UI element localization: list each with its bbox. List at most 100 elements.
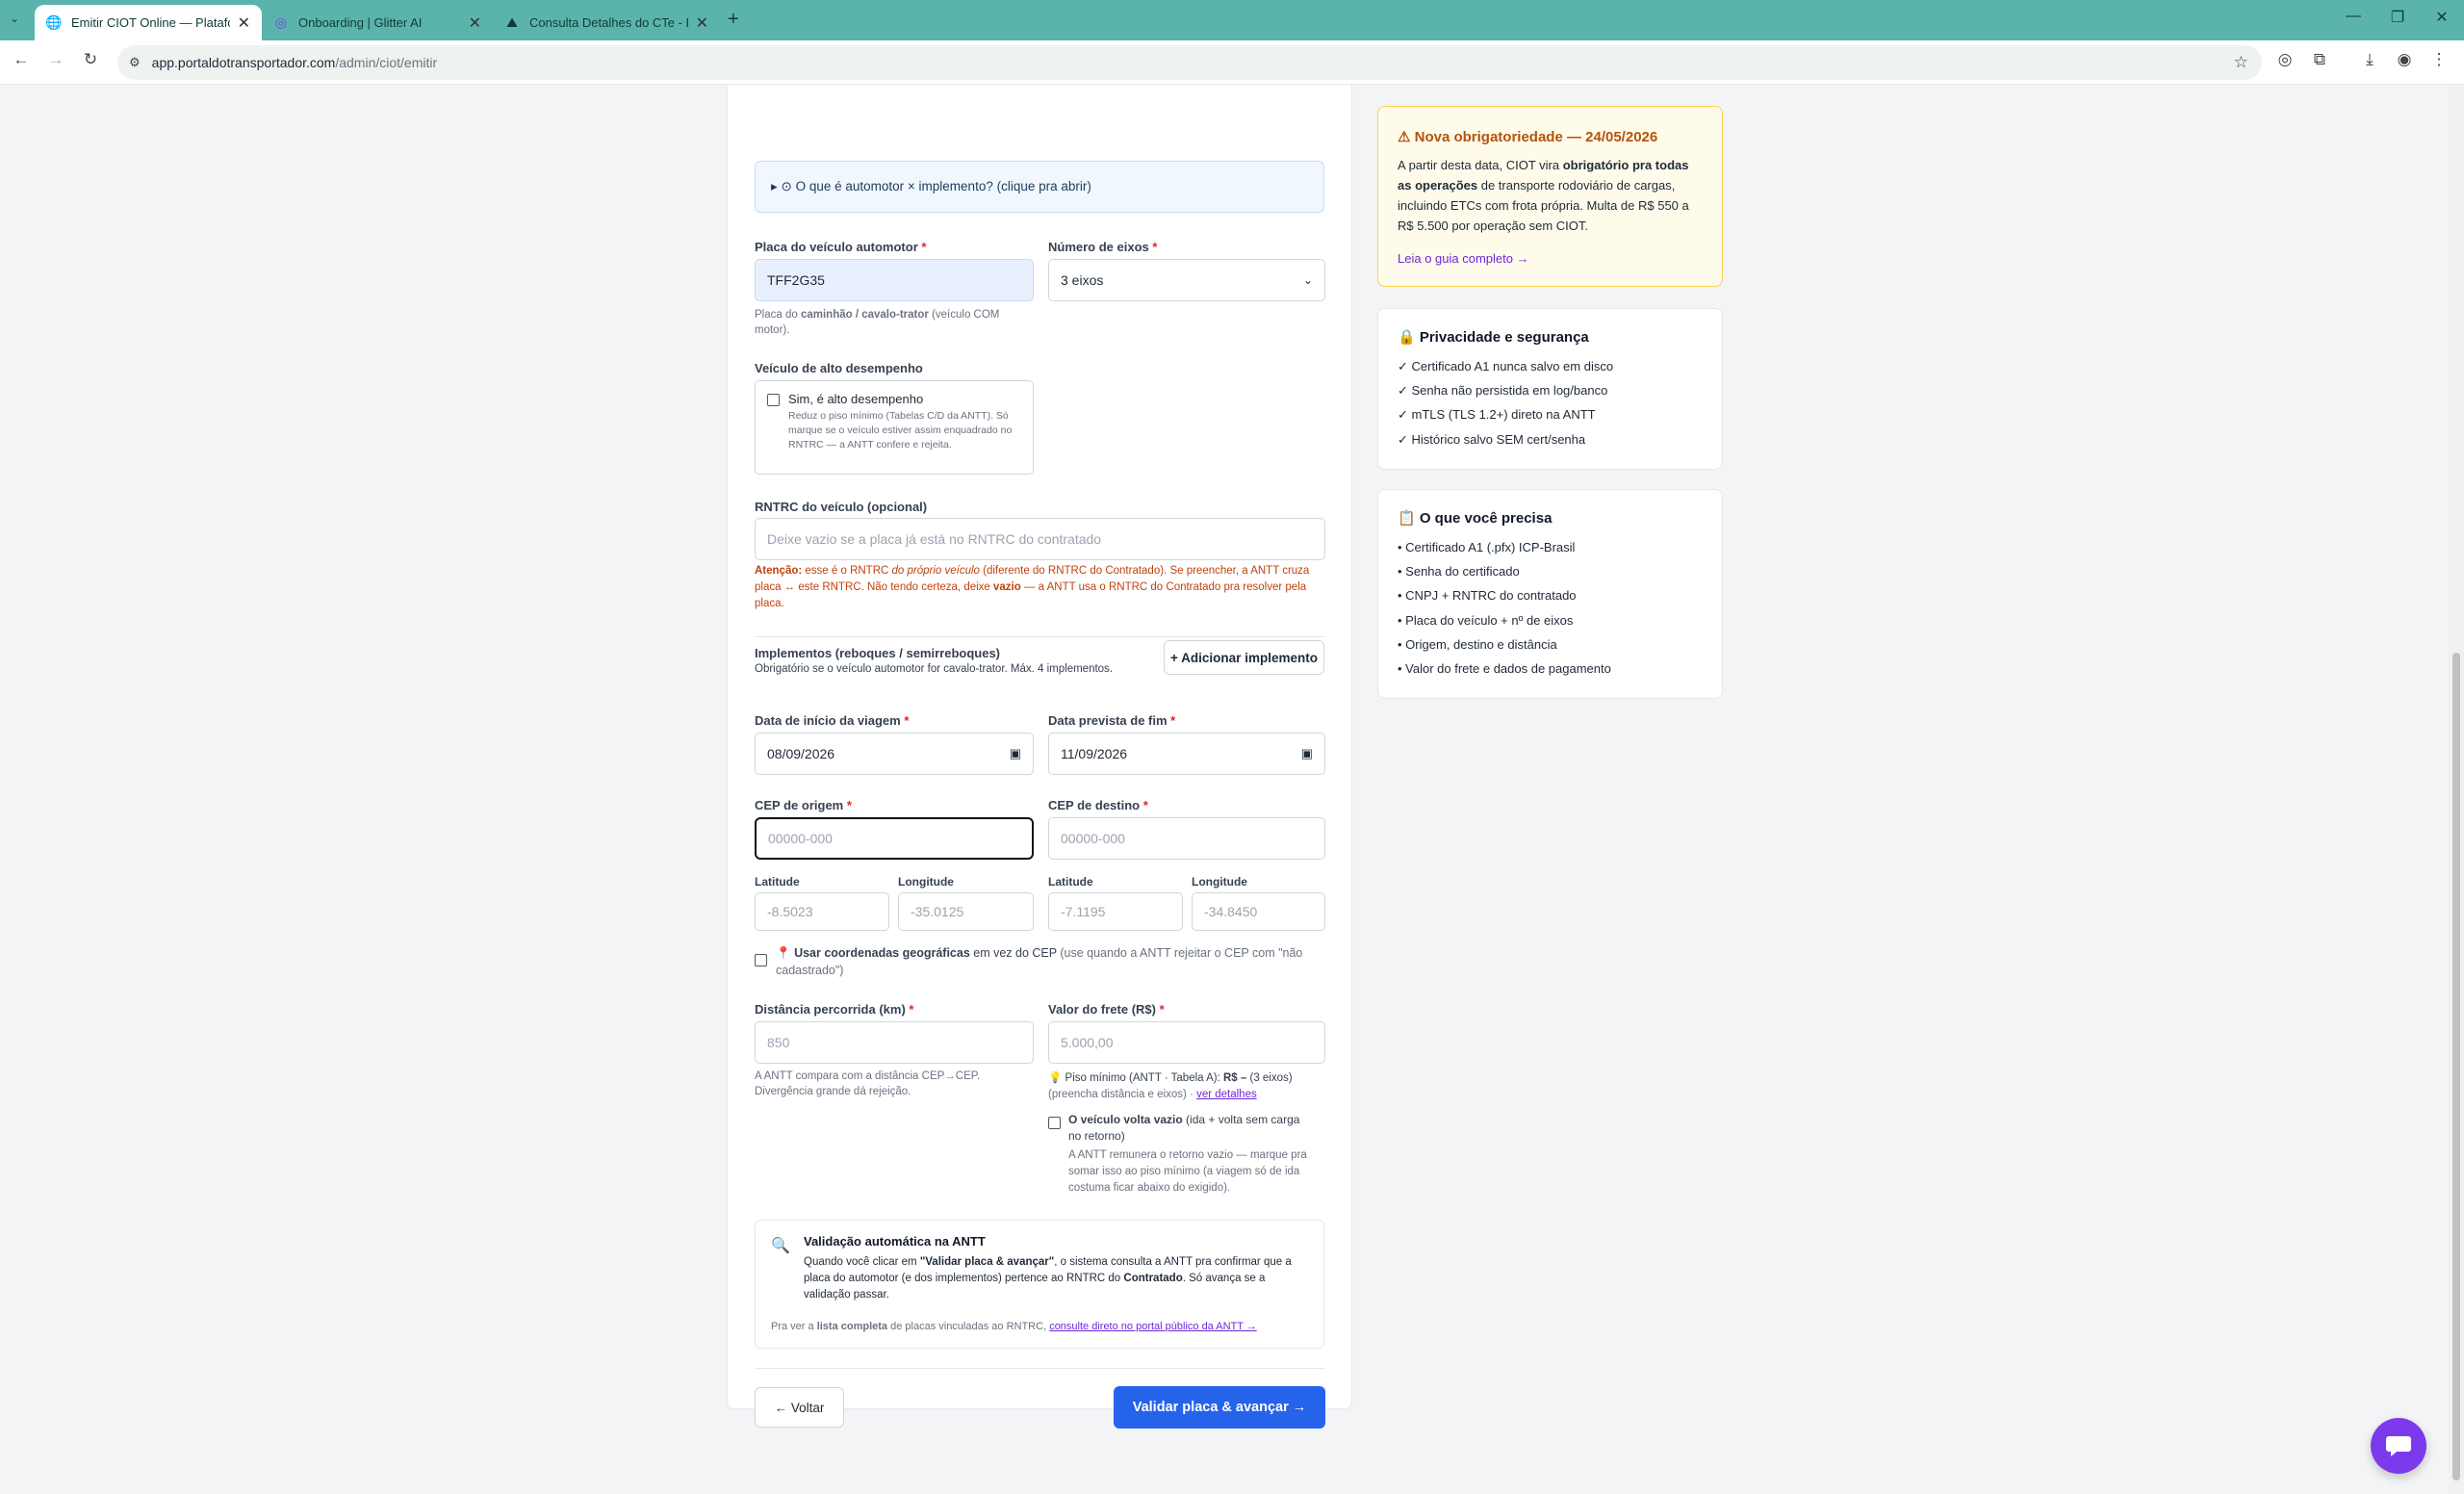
axles-value: 3 eixos — [1061, 272, 1104, 288]
required-mark: * — [1159, 1002, 1165, 1017]
implements-label: Implementos (reboques / semirreboques) — [755, 646, 1001, 660]
validation-bold: "Validar placa & avançar" — [919, 1256, 1055, 1268]
needs-item: • CNPJ + RNTRC do contratado — [1398, 588, 1577, 603]
empty-return-bold: O veículo volta vazio — [1068, 1113, 1183, 1126]
high-perf-box: Sim, é alto desempenho Reduz o piso míni… — [755, 380, 1034, 475]
calendar-icon[interactable]: ▣ — [1010, 746, 1021, 761]
lat-dest-placeholder: -7.1195 — [1061, 904, 1106, 919]
antt-validation-box: 🔍 Validação automática na ANTT Quando vo… — [755, 1220, 1324, 1349]
plate-input[interactable]: TFF2G35 — [755, 259, 1034, 301]
guide-link[interactable]: Leia o guia completo → — [1398, 251, 1529, 266]
geo-hint-2: cadastrado") — [776, 964, 844, 977]
axles-label-text: Número de eixos — [1048, 240, 1149, 254]
extension-icon[interactable]: ◎ — [2273, 50, 2297, 69]
pin-icon: 📍 — [776, 946, 791, 960]
validation-title: Validação automática na ANTT — [804, 1234, 986, 1249]
required-mark: * — [909, 1002, 914, 1017]
tab-emitir-ciot[interactable]: 🌐 Emitir CIOT Online — Plataform ✕ — [35, 5, 262, 40]
tab-title: Consulta Detalhes do CTe - ERI — [529, 15, 688, 30]
empty-return-label: O veículo volta vazio (ida + volta sem c… — [1068, 1112, 1326, 1145]
end-date-label: Data prevista de fim * — [1048, 713, 1175, 728]
distance-placeholder: 850 — [767, 1035, 790, 1050]
start-date-value: 08/09/2026 — [767, 746, 835, 761]
end-date-input[interactable]: 11/09/2026 ▣ — [1048, 733, 1325, 775]
privacy-item: ✓ mTLS (TLS 1.2+) direto na ANTT — [1398, 407, 1596, 422]
high-perf-checkbox[interactable] — [767, 394, 780, 406]
download-icon[interactable]: ⤓ — [2358, 50, 2381, 69]
privacy-item: ✓ Senha não persistida em log/banco — [1398, 383, 1608, 398]
cep-dest-input[interactable]: 00000-000 — [1048, 817, 1325, 860]
reload-icon[interactable]: ↻ — [79, 50, 102, 69]
lightbulb-icon: 💡 — [1048, 1072, 1063, 1084]
cep-origin-label-text: CEP de origem — [755, 798, 844, 812]
close-icon[interactable]: ✕ — [696, 13, 708, 33]
requirements-card: 📋 O que você precisa • Certificado A1 (.… — [1377, 489, 1723, 699]
required-mark: * — [921, 240, 927, 254]
plate-hint-1: Placa do — [755, 309, 801, 321]
privacy-card: 🔒 Privacidade e segurança ✓ Certificado … — [1377, 308, 1723, 470]
address-bar[interactable]: ⚙ app.portaldotransportador.com/admin/ci… — [117, 45, 2262, 80]
back-button[interactable]: ← Voltar — [755, 1387, 844, 1428]
tab-onboarding[interactable]: ◎ Onboarding | Glitter AI ✕ — [262, 5, 493, 40]
search-icon: 🔍 — [771, 1238, 790, 1254]
validation-footer-1: Pra ver a — [771, 1321, 817, 1332]
validation-text-1: Quando você clicar em — [804, 1256, 920, 1268]
lat-origin-input[interactable]: -8.5023 — [755, 892, 889, 931]
floor-price-note: 💡 Piso mínimo (ANTT · Tabela A): R$ – (3… — [1048, 1070, 1325, 1103]
scrollbar-thumb[interactable] — [2452, 653, 2460, 1481]
lat-origin-label: Latitude — [755, 875, 800, 889]
chat-bubble-icon — [2386, 1436, 2411, 1456]
minimize-icon[interactable]: — — [2339, 8, 2368, 25]
rntrc-input[interactable]: Deixe vazio se a placa já está no RNTRC … — [755, 518, 1325, 560]
privacy-item: ✓ Histórico salvo SEM cert/senha — [1398, 432, 1586, 447]
profile-icon[interactable]: ◉ — [2393, 50, 2416, 69]
tab-consulta-cte[interactable]: ⛰ Consulta Detalhes do CTe - ERI ✕ — [493, 5, 720, 40]
floor-details-link[interactable]: ver detalhes — [1196, 1089, 1257, 1100]
start-date-label-text: Data de início da viagem — [755, 713, 901, 728]
validate-advance-button[interactable]: Validar placa & avançar → — [1114, 1386, 1325, 1429]
floor-text-2: (3 eixos) — [1246, 1072, 1293, 1084]
calendar-icon[interactable]: ▣ — [1301, 746, 1313, 761]
use-geo-checkbox[interactable] — [755, 954, 767, 966]
close-icon[interactable]: ✕ — [469, 13, 481, 33]
add-implement-button[interactable]: + Adicionar implemento — [1164, 640, 1324, 675]
bookmark-star-icon[interactable]: ☆ — [2234, 53, 2248, 72]
empty-return-checkbox[interactable] — [1048, 1117, 1061, 1129]
distance-input[interactable]: 850 — [755, 1021, 1034, 1064]
close-window-icon[interactable]: ✕ — [2427, 8, 2456, 27]
validation-text: Quando você clicar em "Validar placa & a… — [804, 1254, 1314, 1303]
back-arrow-icon[interactable]: ← — [10, 50, 33, 69]
notice-title: ⚠ Nova obrigatoriedade — 24/05/2026 — [1398, 129, 1658, 145]
high-perf-label: Veículo de alto desempenho — [755, 361, 923, 375]
axles-select[interactable]: 3 eixos ⌄ — [1048, 259, 1325, 301]
geo-text: em vez do CEP — [969, 946, 1061, 960]
puzzle-icon[interactable]: ⧉ — [2308, 50, 2331, 69]
url-host: app.portaldotransportador.com — [151, 55, 336, 70]
rntrc-attention-note: Atenção: esse é o RNTRC do próprio veícu… — [755, 563, 1324, 612]
rntrc-placeholder: Deixe vazio se a placa já está no RNTRC … — [767, 531, 1102, 547]
menu-kebab-icon[interactable]: ⋮ — [2427, 50, 2451, 69]
page-scrollbar[interactable] — [2449, 85, 2464, 1494]
start-date-input[interactable]: 08/09/2026 ▣ — [755, 733, 1034, 775]
close-icon[interactable]: ✕ — [238, 13, 250, 33]
restore-icon[interactable]: ❐ — [2383, 8, 2412, 27]
details-summary: ▸ ⊙ O que é automotor × implemento? (cli… — [771, 179, 1091, 193]
site-info-icon[interactable]: ⚙ — [129, 55, 141, 70]
distance-hint: A ANTT compara com a distância CEP→CEP. D… — [755, 1069, 980, 1099]
forward-arrow-icon[interactable]: → — [44, 50, 67, 69]
url-text: app.portaldotransportador.com/admin/ciot… — [152, 55, 438, 70]
freight-placeholder: 5.000,00 — [1061, 1035, 1114, 1050]
lat-dest-input[interactable]: -7.1195 — [1048, 892, 1183, 931]
antt-portal-link[interactable]: consulte direto no portal público da ANT… — [1049, 1321, 1257, 1332]
lat-dest-label: Latitude — [1048, 875, 1093, 889]
lon-origin-input[interactable]: -35.0125 — [898, 892, 1034, 931]
chat-button[interactable] — [2371, 1418, 2426, 1474]
start-date-label: Data de início da viagem * — [755, 713, 909, 728]
automotor-details-toggle[interactable]: ▸ ⊙ O que é automotor × implemento? (cli… — [755, 161, 1324, 213]
browser-toolbar: ← → ↻ ⚙ app.portaldotransportador.com/ad… — [0, 40, 2464, 85]
new-tab-button[interactable]: + — [728, 9, 739, 31]
tab-search-chevron-icon[interactable]: ⌄ — [10, 12, 19, 25]
freight-input[interactable]: 5.000,00 — [1048, 1021, 1325, 1064]
cep-origin-input[interactable]: 00000-000 — [755, 817, 1034, 860]
lon-dest-input[interactable]: -34.8450 — [1192, 892, 1325, 931]
